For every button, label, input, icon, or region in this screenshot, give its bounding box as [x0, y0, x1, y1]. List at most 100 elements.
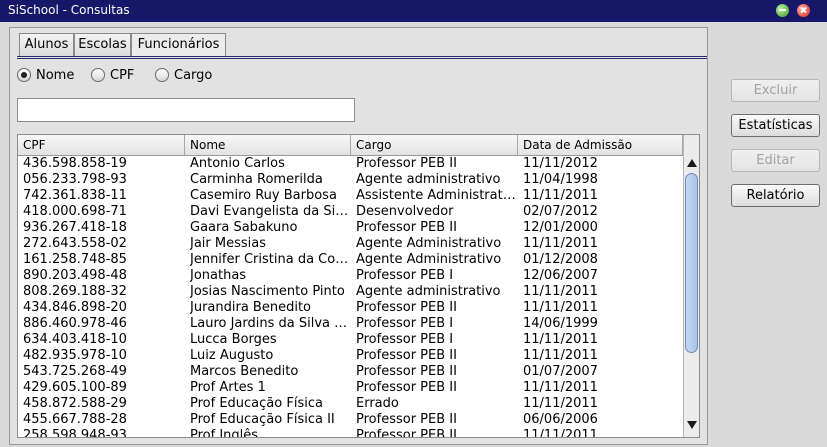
table-cell: Lucca Borges [190, 332, 277, 347]
tab-escolas[interactable]: Escolas [74, 33, 131, 56]
table-row[interactable]: 056.233.798-93 Carminha Romerilda Agente a… [18, 172, 683, 188]
radio-cargo-label: Cargo [174, 68, 213, 83]
table-cell: 01/12/2008 [523, 252, 598, 267]
table-cell: 455.667.788-28 [23, 412, 127, 427]
table-cell: Jonathas [190, 268, 247, 283]
table-row[interactable]: 434.846.898-20 Jurandira Benedito Professo… [18, 300, 683, 316]
table-header: CPF Nome Cargo Data de Admissão [18, 135, 683, 156]
table-row[interactable]: 890.203.498-48 Jonathas Professor PEB I 12/… [18, 268, 683, 284]
table-cell: Lauro Jardins da Silva P... [190, 316, 350, 331]
table-cell: Agente administrativo [356, 284, 501, 299]
table-row[interactable]: 418.000.698-71 Davi Evangelista da Silva D… [18, 204, 683, 220]
table-cell: Professor PEB II [356, 220, 457, 235]
table-cell: Agente administrativo [356, 172, 501, 187]
table-cell: Gaara Sabakuno [190, 220, 298, 235]
table-row[interactable]: 272.643.558-02 Jair Messias Agente Adminis… [18, 236, 683, 252]
table-row[interactable]: 742.361.838-11 Casemiro Ruy Barbosa Assist… [18, 188, 683, 204]
table-cell: Professor PEB II [356, 364, 457, 379]
tab-alunos[interactable]: Alunos [19, 33, 74, 56]
radio-unselected-icon[interactable] [155, 68, 169, 82]
table-cell: Casemiro Ruy Barbosa [190, 188, 337, 203]
table-cell: 11/11/2011 [523, 348, 598, 363]
table-cell: 11/04/1998 [523, 172, 598, 187]
close-icon[interactable] [797, 4, 810, 17]
table-cell: Professor PEB I [356, 268, 454, 283]
radio-unselected-icon[interactable] [91, 68, 105, 82]
table-cell: 11/11/2011 [523, 332, 598, 347]
table-cell: Professor PEB II [356, 156, 457, 171]
table-cell: Marcos Benedito [190, 364, 299, 379]
window-title: SiSchool - Consultas [8, 3, 130, 17]
table-cell: Agente Administrativo [356, 236, 502, 251]
table-cell: 14/06/1999 [523, 316, 598, 331]
table-cell: 01/07/2007 [523, 364, 598, 379]
table-cell: Errado [356, 396, 399, 411]
table-cell: Luiz Augusto [190, 348, 274, 363]
table-row[interactable]: 258.598.948-93 Prof Inglês Professor PEB I… [18, 428, 683, 438]
table-cell: 02/07/2012 [523, 204, 598, 219]
table-cell: Professor PEB II [356, 380, 457, 395]
table-cell: 742.361.838-11 [23, 188, 127, 203]
table-cell: 11/11/2011 [523, 428, 598, 438]
table-row[interactable]: 436.598.858-19 Antonio Carlos Professor PE… [18, 156, 683, 172]
table-row[interactable]: 936.267.418-18 Gaara Sabakuno Professor PE… [18, 220, 683, 236]
table-cell: 11/11/2011 [523, 396, 598, 411]
table-cell: Jair Messias [190, 236, 267, 251]
vertical-scrollbar[interactable] [683, 135, 699, 437]
column-header-nome[interactable]: Nome [185, 135, 351, 155]
scroll-up-icon[interactable] [687, 159, 697, 167]
title-bar: SiSchool - Consultas [0, 0, 827, 22]
table-cell: 161.258.748-85 [23, 252, 127, 267]
table-row[interactable]: 161.258.748-85 Jennifer Cristina da Costa… [18, 252, 683, 268]
table-row[interactable]: 634.403.418-10 Lucca Borges Professor PEB … [18, 332, 683, 348]
table-cell: 272.643.558-02 [23, 236, 127, 251]
excluir-button[interactable]: Excluir [731, 79, 820, 102]
table-cell: 12/06/2007 [523, 268, 598, 283]
table-cell: Professor PEB I [356, 316, 454, 331]
table-cell: Agente Administrativo [356, 252, 502, 267]
table-cell: Prof Educação Física [190, 396, 323, 411]
table-cell: 936.267.418-18 [23, 220, 127, 235]
table-cell: Professor PEB II [356, 428, 457, 438]
table-row[interactable]: 543.725.268-49 Marcos Benedito Professor P… [18, 364, 683, 380]
table-cell: 543.725.268-49 [23, 364, 127, 379]
table-cell: Assistente Administrativo [356, 188, 516, 203]
table-cell: 11/11/2012 [523, 156, 598, 171]
table-cell: Jennifer Cristina da Costa [190, 252, 350, 267]
table-row[interactable]: 429.605.100-89 Prof Artes 1 Professor PEB … [18, 380, 683, 396]
column-header-cargo[interactable]: Cargo [351, 135, 518, 155]
table-cell: Professor PEB II [356, 300, 457, 315]
table-cell: 06/06/2006 [523, 412, 598, 427]
employees-table: CPF Nome Cargo Data de Admissão 436.598.… [17, 134, 700, 438]
table-row[interactable]: 886.460.978-46 Lauro Jardins da Silva P..… [18, 316, 683, 332]
relatorio-button[interactable]: Relatório [731, 184, 820, 207]
table-cell: Prof Educação Física II [190, 412, 335, 427]
tab-separator [17, 56, 707, 59]
radio-nome-label: Nome [36, 68, 75, 83]
table-cell: 258.598.948-93 [23, 428, 127, 438]
table-cell: Josias Nascimento Pinto [190, 284, 345, 299]
table-cell: 434.846.898-20 [23, 300, 127, 315]
table-cell: 11/11/2011 [523, 284, 598, 299]
table-cell: 418.000.698-71 [23, 204, 127, 219]
table-cell: 436.598.858-19 [23, 156, 127, 171]
table-cell: 056.233.798-93 [23, 172, 127, 187]
column-header-data-admissao[interactable]: Data de Admissão [518, 135, 683, 155]
radio-cpf-label: CPF [110, 68, 135, 83]
tab-funcionarios[interactable]: Funcionários [131, 33, 226, 57]
table-cell: 886.460.978-46 [23, 316, 127, 331]
minimize-icon[interactable] [776, 4, 789, 17]
search-input[interactable] [17, 98, 355, 122]
table-row[interactable]: 455.667.788-28 Prof Educação Física II Pro… [18, 412, 683, 428]
table-row[interactable]: 808.269.188-32 Josias Nascimento Pinto Age… [18, 284, 683, 300]
column-header-cpf[interactable]: CPF [18, 135, 185, 155]
table-row[interactable]: 482.935.978-10 Luiz Augusto Professor PEB … [18, 348, 683, 364]
table-cell: Professor PEB I [356, 332, 454, 347]
table-cell: Professor PEB II [356, 348, 457, 363]
estatisticas-button[interactable]: Estatísticas [731, 114, 820, 137]
editar-button[interactable]: Editar [731, 149, 820, 172]
radio-selected-icon[interactable] [17, 68, 31, 82]
table-row[interactable]: 458.872.588-29 Prof Educação Física Errado… [18, 396, 683, 412]
scroll-down-icon[interactable] [687, 421, 697, 429]
scroll-thumb[interactable] [685, 173, 698, 353]
